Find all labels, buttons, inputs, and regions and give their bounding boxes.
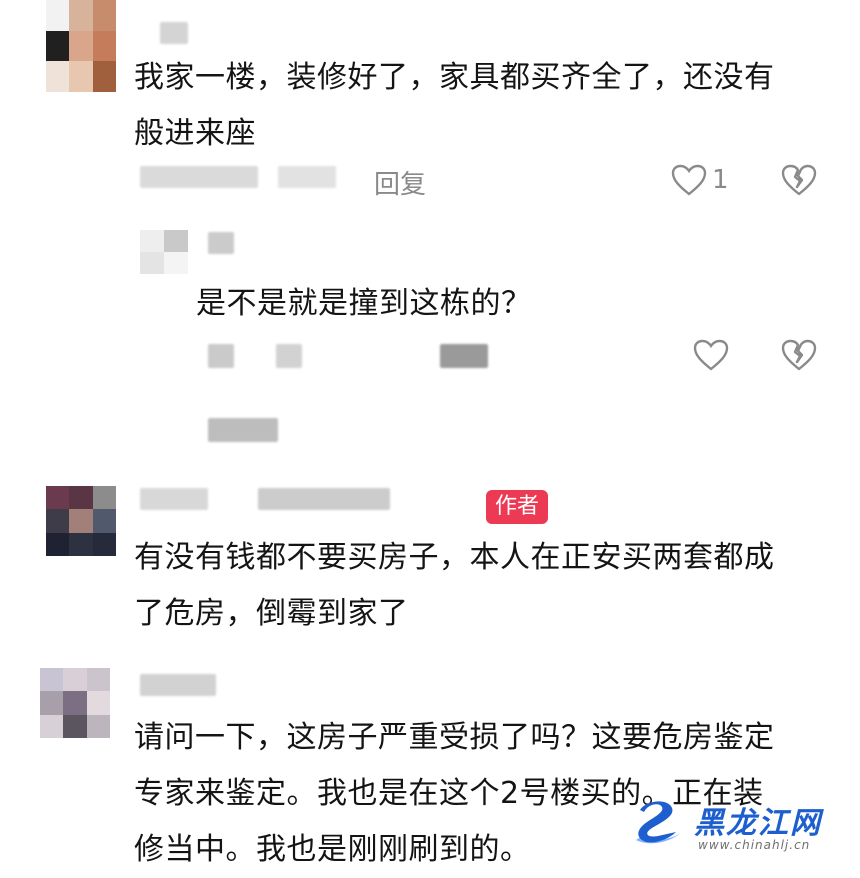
timestamp-blurred <box>140 166 258 188</box>
comment-text: 我家一楼，装修好了，家具都买齐全了，还没有 般进来座 <box>134 50 775 162</box>
author-badge: 作者 <box>486 490 549 524</box>
avatar[interactable] <box>40 668 110 738</box>
heart-icon[interactable] <box>671 164 707 196</box>
comment-line: 了危房，倒霉到家了 <box>134 596 409 631</box>
reply-avatar[interactable] <box>140 230 188 274</box>
like-count: 1 <box>712 165 729 195</box>
reply-meta-blurred <box>440 344 488 368</box>
reply-meta-blurred <box>208 344 234 368</box>
heart-icon[interactable] <box>693 339 729 371</box>
avatar[interactable] <box>46 0 116 92</box>
watermark-logo-icon <box>628 796 696 860</box>
username-blurred[interactable] <box>160 22 188 44</box>
reply-button[interactable]: 回复 <box>374 164 426 201</box>
dislike-broken-heart-icon[interactable] <box>781 339 817 371</box>
location-blurred <box>278 166 336 188</box>
reply-meta-blurred <box>276 344 302 368</box>
dislike-broken-heart-icon[interactable] <box>781 164 817 196</box>
reply-text: 是不是就是撞到这栋的？ <box>196 286 532 321</box>
watermark: 黑龙江网 www.chinahlj.cn <box>628 792 854 862</box>
username-blurred[interactable] <box>140 674 216 696</box>
comment-line: 有没有钱都不要买房子，本人在正安买两套都成 <box>134 540 775 575</box>
comment-line: 般进来座 <box>134 116 256 151</box>
expand-replies-blurred[interactable] <box>208 418 278 442</box>
watermark-url: www.chinahlj.cn <box>698 838 811 852</box>
comment-line: 请问一下，这房子严重受损了吗？这要危房鉴定 <box>134 720 775 755</box>
reply-username-blurred[interactable] <box>208 232 234 254</box>
comment-line: 我家一楼，装修好了，家具都买齐全了，还没有 <box>134 60 775 95</box>
comment-text: 有没有钱都不要买房子，本人在正安买两套都成 了危房，倒霉到家了 <box>134 530 775 642</box>
watermark-title: 黑龙江网 <box>694 806 822 841</box>
username-blurred[interactable] <box>258 488 390 510</box>
username-blurred[interactable] <box>140 488 208 510</box>
avatar[interactable] <box>46 486 116 556</box>
